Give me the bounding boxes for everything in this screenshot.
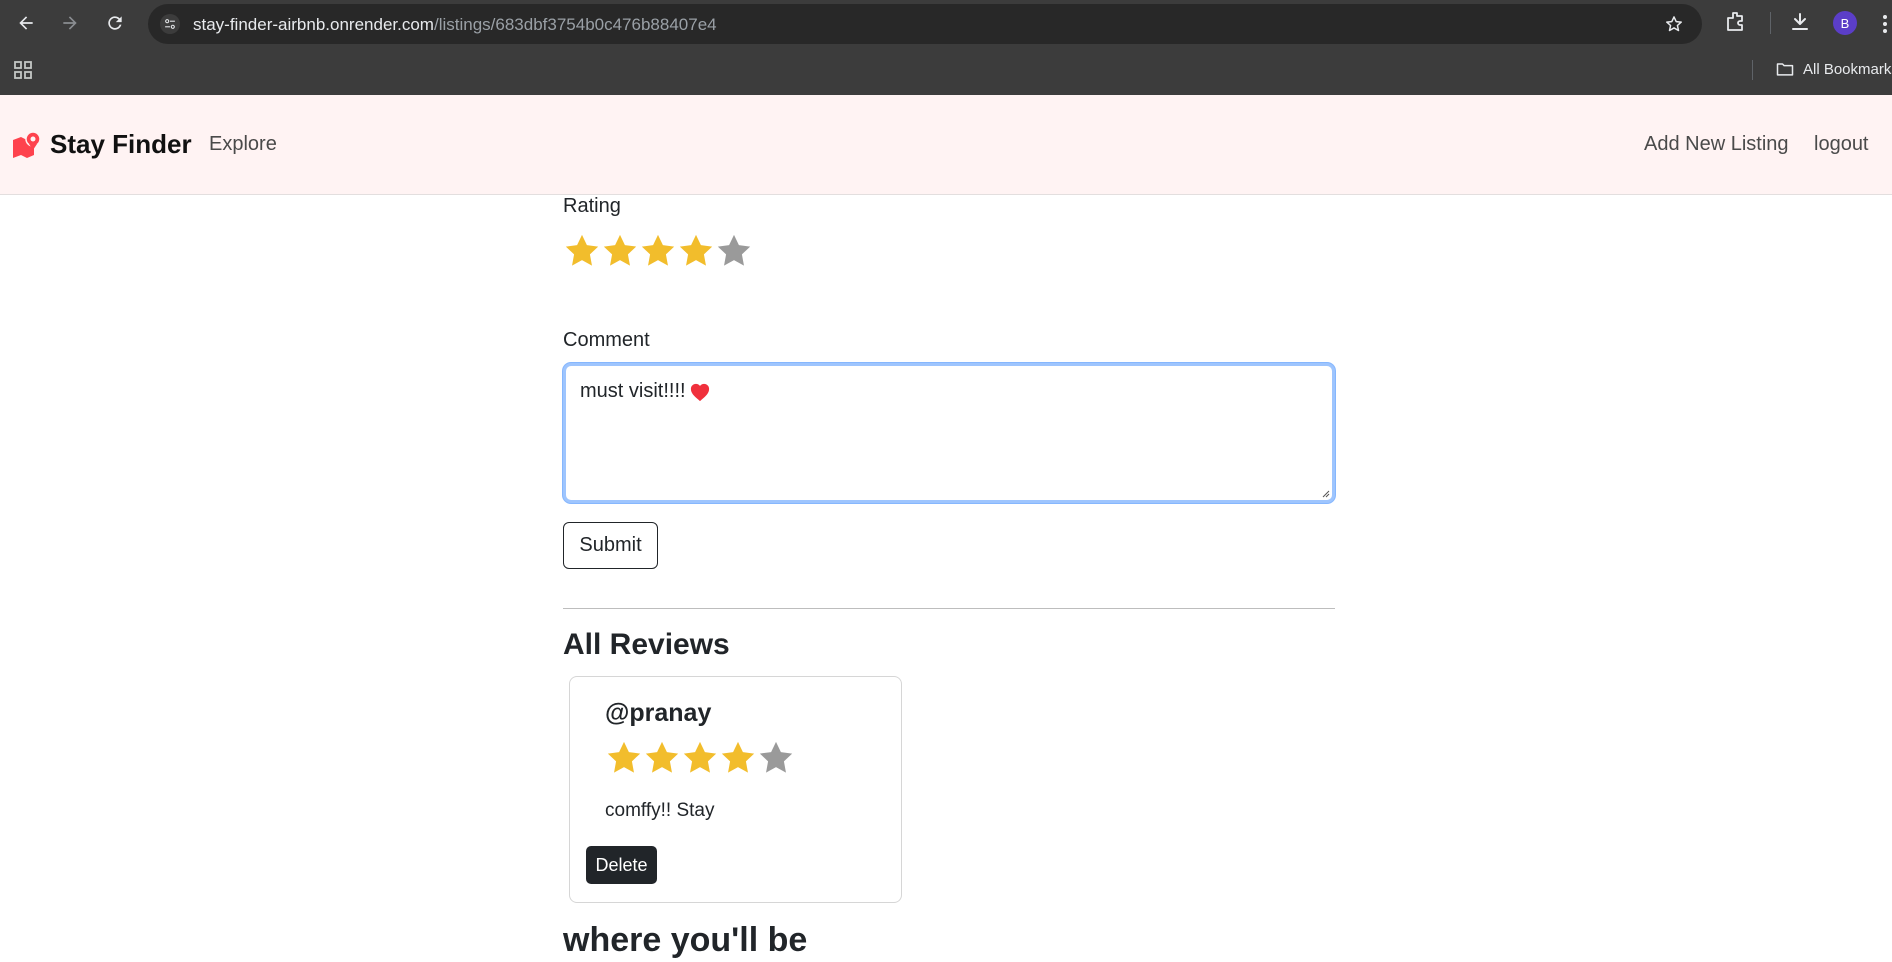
comment-textarea[interactable]: must visit!!!! — [563, 363, 1335, 503]
reload-icon — [108, 16, 122, 30]
brand-link[interactable]: Stay Finder — [12, 129, 192, 160]
bookmark-star-icon[interactable] — [1664, 14, 1684, 34]
star-filled-icon — [683, 741, 717, 773]
review-card: @pranay comffy!! Stay Delete — [569, 676, 902, 903]
arrow-right-icon — [63, 16, 77, 30]
forward-button[interactable] — [57, 10, 83, 36]
star-empty-icon — [759, 741, 793, 773]
apps-grid-icon[interactable] — [12, 59, 34, 81]
review-comment: comffy!! Stay — [605, 800, 715, 821]
rating-star-input[interactable] — [563, 231, 753, 271]
review-star-rating — [605, 738, 795, 778]
star-filled-icon[interactable] — [601, 231, 639, 271]
review-author: @pranay — [605, 699, 712, 727]
section-divider — [563, 608, 1335, 609]
url-bar[interactable]: stay-finder-airbnb.onrender.com/listings… — [148, 4, 1702, 44]
bookmarks-divider — [1752, 60, 1753, 80]
url-text: stay-finder-airbnb.onrender.com/listings… — [193, 15, 717, 34]
site-settings-icon[interactable] — [160, 14, 180, 34]
star-empty-icon[interactable] — [715, 231, 753, 271]
nav-explore[interactable]: Explore — [209, 133, 277, 156]
delete-review-button[interactable]: Delete — [586, 846, 657, 884]
submit-button[interactable]: Submit — [563, 522, 658, 569]
comment-text: must visit!!!! — [580, 380, 686, 402]
menu-kebab-icon[interactable] — [1878, 12, 1892, 36]
star-filled-icon — [607, 741, 641, 773]
all-bookmarks-button[interactable]: All Bookmarks — [1775, 59, 1892, 79]
heart-emoji-icon — [690, 383, 709, 401]
map-location-icon — [13, 130, 41, 158]
star-filled-icon — [645, 741, 679, 773]
extensions-icon[interactable] — [1724, 10, 1748, 34]
all-bookmarks-label: All Bookmarks — [1803, 60, 1892, 78]
star-filled-icon[interactable] — [639, 231, 677, 271]
download-icon[interactable] — [1788, 10, 1812, 34]
site-navbar: Stay Finder Explore Add New Listing logo… — [0, 95, 1892, 195]
star-filled-icon — [721, 741, 755, 773]
where-youll-be-heading: where you'll be — [563, 921, 808, 959]
arrow-left-icon — [19, 16, 33, 30]
nav-add-new-listing[interactable]: Add New Listing — [1644, 133, 1789, 156]
rating-label: Rating — [563, 195, 621, 217]
all-reviews-heading: All Reviews — [563, 628, 730, 661]
toolbar-divider — [1770, 12, 1771, 34]
star-filled-icon[interactable] — [563, 231, 601, 271]
brand-name: Stay Finder — [50, 129, 192, 159]
resize-grip-icon[interactable] — [1320, 488, 1330, 498]
nav-logout[interactable]: logout — [1814, 133, 1869, 156]
address-row: stay-finder-airbnb.onrender.com/listings… — [0, 0, 1892, 46]
folder-icon — [1776, 63, 1794, 76]
star-filled-icon[interactable] — [677, 231, 715, 271]
browser-chrome: stay-finder-airbnb.onrender.com/listings… — [0, 0, 1892, 95]
back-button[interactable] — [13, 10, 39, 36]
comment-label: Comment — [563, 329, 650, 351]
profile-avatar[interactable]: B — [1833, 11, 1857, 35]
bookmarks-bar: All Bookmarks — [0, 50, 1892, 90]
reload-button[interactable] — [102, 10, 128, 36]
